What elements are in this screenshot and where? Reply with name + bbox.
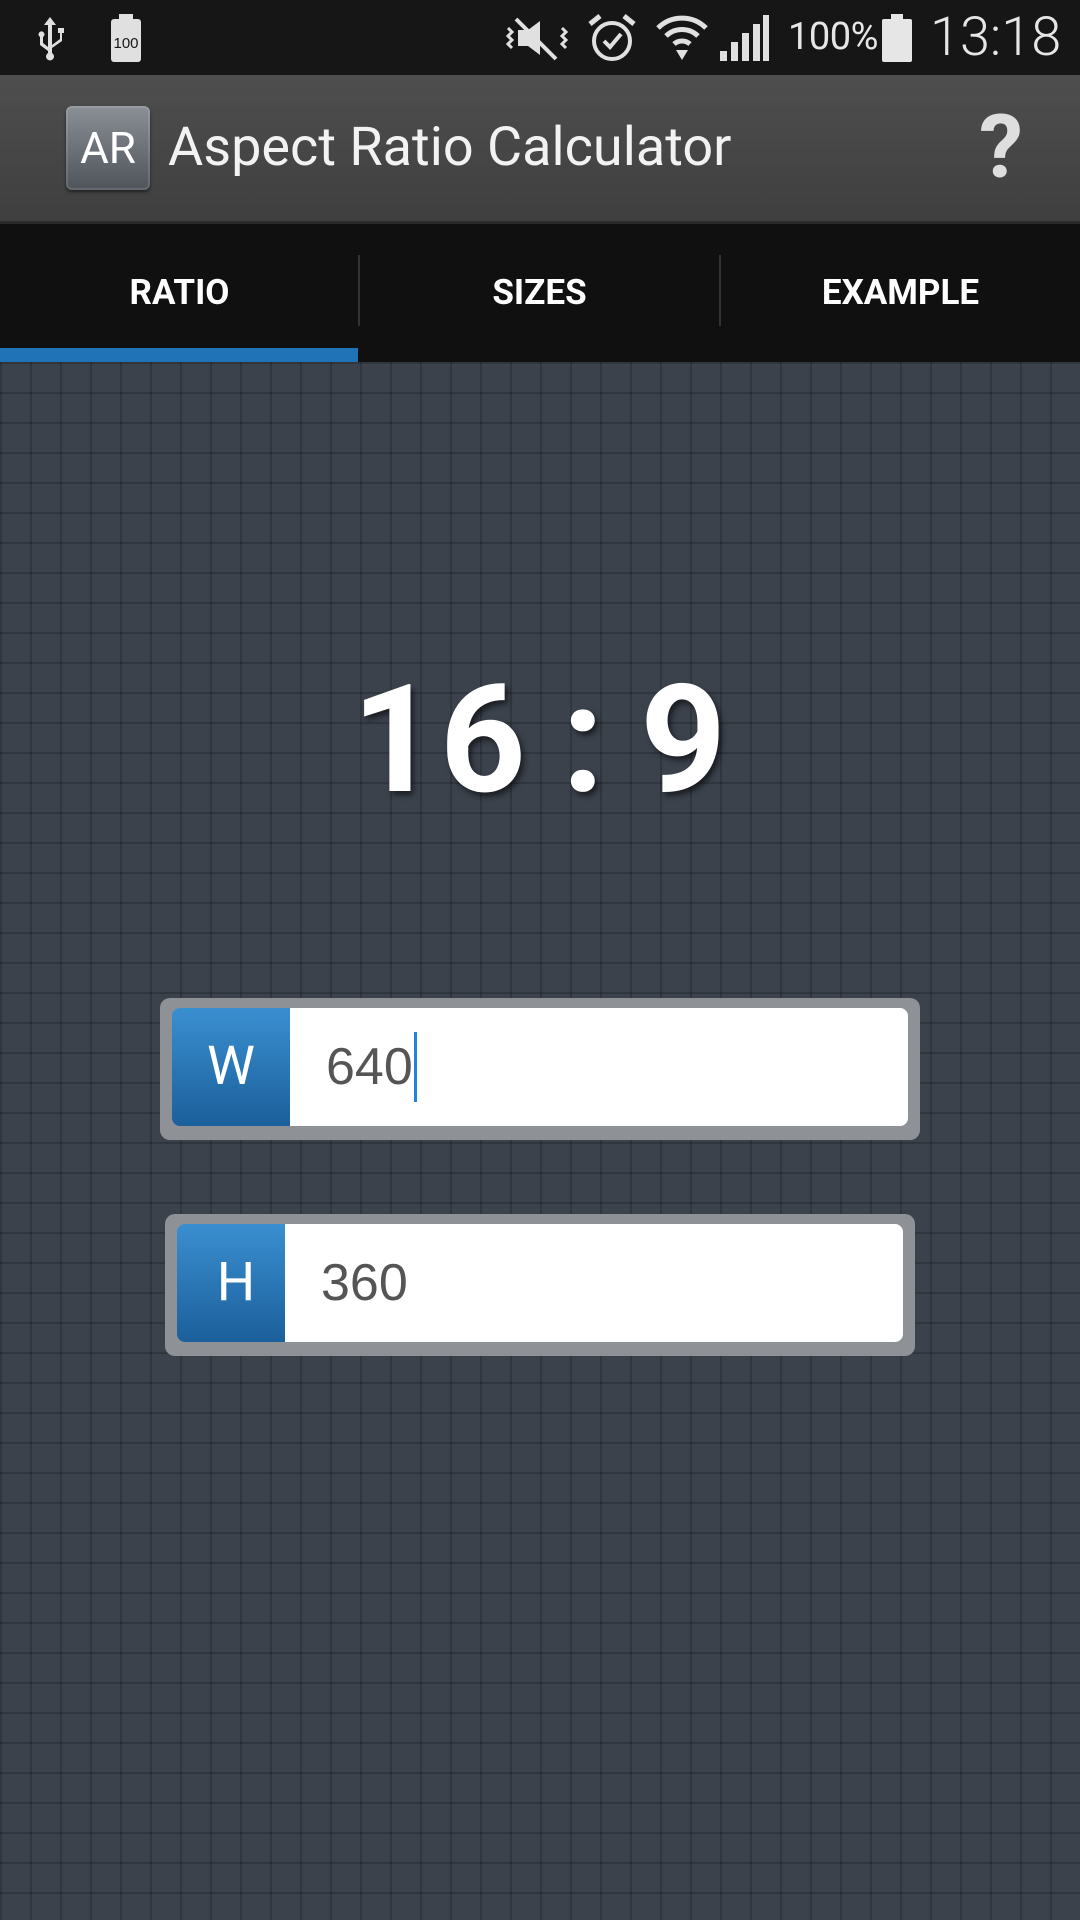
height-field: H 360 xyxy=(165,1214,915,1356)
tab-ratio[interactable]: RATIO xyxy=(0,224,359,362)
ratio-right: 9 xyxy=(640,652,729,828)
width-field: W 640 xyxy=(160,998,920,1140)
help-icon[interactable]: ? xyxy=(966,104,1036,192)
battery-100-icon: 100 xyxy=(108,0,144,75)
height-label: H xyxy=(177,1224,295,1342)
ratio-panel xyxy=(0,362,1080,1920)
tab-sizes[interactable]: SIZES xyxy=(360,224,719,362)
height-input[interactable]: 360 xyxy=(285,1224,903,1342)
tab-bar: RATIO SIZES EXAMPLE xyxy=(0,224,1080,362)
app-logo[interactable]: AR xyxy=(66,106,150,190)
ratio-left: 16 xyxy=(351,652,528,828)
ratio-result: 16:9 xyxy=(0,660,1080,820)
battery-percent: 100% xyxy=(788,15,878,59)
app-bar: AR Aspect Ratio Calculator ? xyxy=(0,75,1080,224)
battery-icon xyxy=(880,0,914,75)
clock: 13:18 xyxy=(930,6,1062,69)
svg-text:100: 100 xyxy=(113,35,138,52)
wifi-icon xyxy=(654,0,710,75)
height-value: 360 xyxy=(321,1254,408,1312)
alarm-icon xyxy=(586,0,638,75)
width-input[interactable]: 640 xyxy=(290,1008,908,1126)
usb-icon xyxy=(34,0,66,75)
mute-vibrate-icon xyxy=(504,0,574,75)
signal-icon xyxy=(718,0,770,75)
active-tab-indicator xyxy=(0,348,358,362)
text-cursor xyxy=(413,1032,417,1103)
width-label: W xyxy=(172,1008,290,1126)
width-value: 640 xyxy=(326,1038,413,1096)
tab-example[interactable]: EXAMPLE xyxy=(721,224,1080,362)
status-bar: 100 100% 13:18 xyxy=(0,0,1080,75)
ratio-separator: : xyxy=(561,652,607,828)
app-title: Aspect Ratio Calculator xyxy=(168,116,732,179)
